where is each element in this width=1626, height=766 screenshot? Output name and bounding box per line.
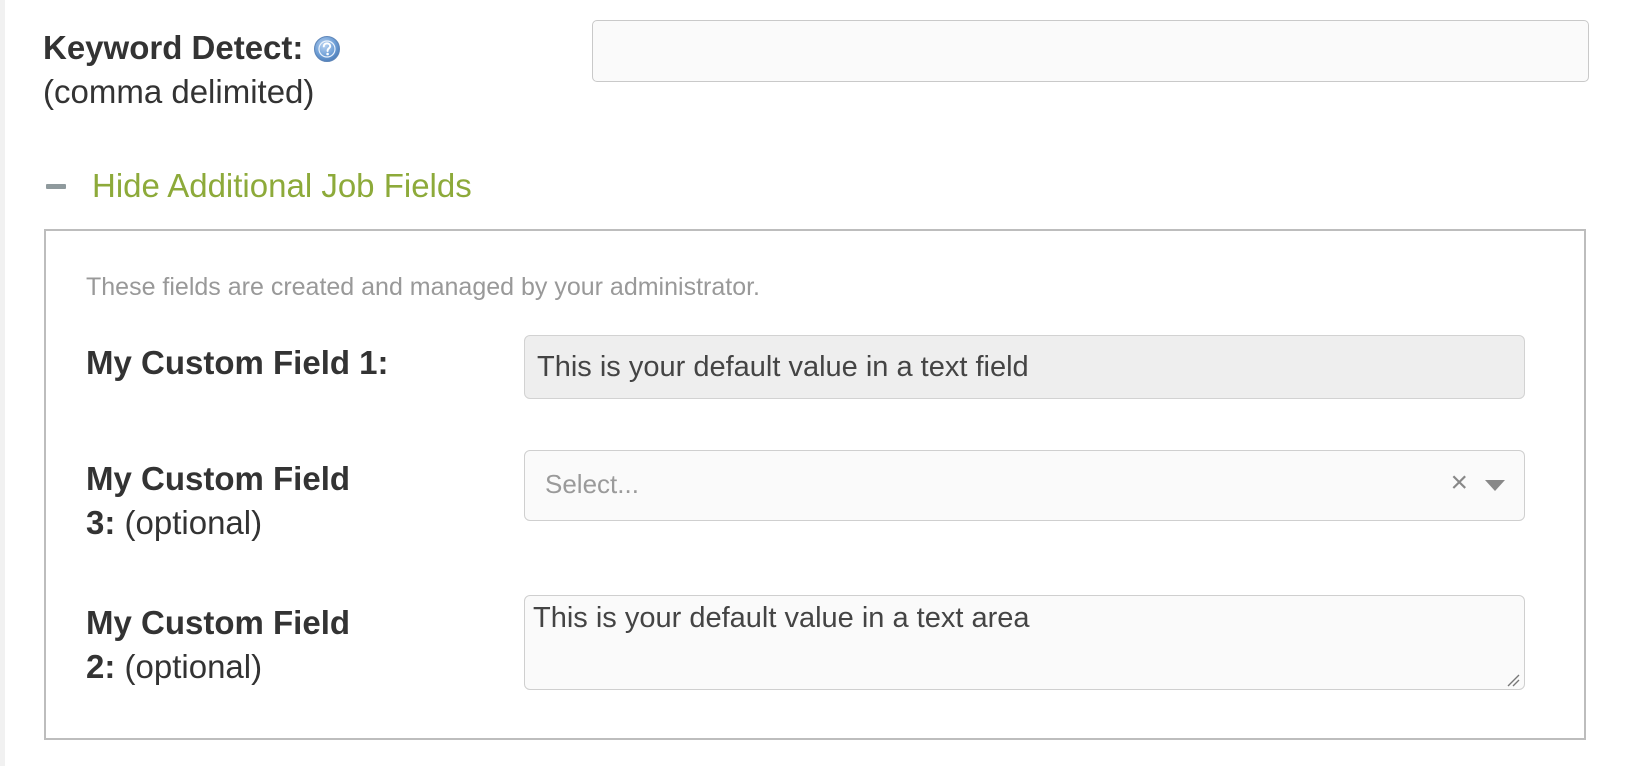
custom-field-3-label-line1: My Custom Field (86, 460, 351, 497)
custom-field-3-label: My Custom Field 3: (optional) (86, 457, 416, 545)
custom-field-2-optional: (optional) (124, 648, 263, 685)
hide-additional-fields-toggle[interactable]: Hide Additional Job Fields (46, 164, 472, 208)
additional-fields-panel: These fields are created and managed by … (44, 229, 1586, 740)
custom-field-1-label: My Custom Field 1: (86, 341, 416, 385)
resize-handle-icon[interactable] (1506, 673, 1520, 687)
custom-field-3-optional: (optional) (124, 504, 263, 541)
page: Keyword Detect: (comma delimited) Hide A… (0, 0, 1626, 766)
custom-field-2-label-line2: 2: (86, 648, 116, 685)
keyword-detect-title: Keyword Detect: (43, 29, 304, 66)
custom-field-3-select[interactable]: Select... × (524, 450, 1525, 521)
panel-note: These fields are created and managed by … (86, 273, 760, 301)
keyword-detect-subtitle: (comma delimited) (43, 73, 315, 110)
custom-field-2-label-line1: My Custom Field (86, 604, 351, 641)
custom-field-1-input[interactable] (524, 335, 1525, 399)
caret-down-icon[interactable] (1485, 480, 1505, 491)
select-placeholder: Select... (545, 469, 639, 499)
custom-field-3-label-line2: 3: (86, 504, 116, 541)
custom-field-1-label-text: My Custom Field 1: (86, 344, 389, 381)
question-help-icon[interactable] (313, 30, 341, 62)
clear-icon[interactable]: × (1450, 466, 1468, 500)
minus-icon (46, 183, 66, 189)
keyword-detect-label: Keyword Detect: (comma delimited) (43, 26, 341, 114)
toggle-label: Hide Additional Job Fields (92, 167, 472, 204)
keyword-detect-input[interactable] (592, 20, 1589, 82)
custom-field-2-textarea[interactable]: This is your default value in a text are… (524, 595, 1525, 690)
custom-field-2-label: My Custom Field 2: (optional) (86, 601, 416, 689)
left-edge-divider (0, 0, 5, 766)
